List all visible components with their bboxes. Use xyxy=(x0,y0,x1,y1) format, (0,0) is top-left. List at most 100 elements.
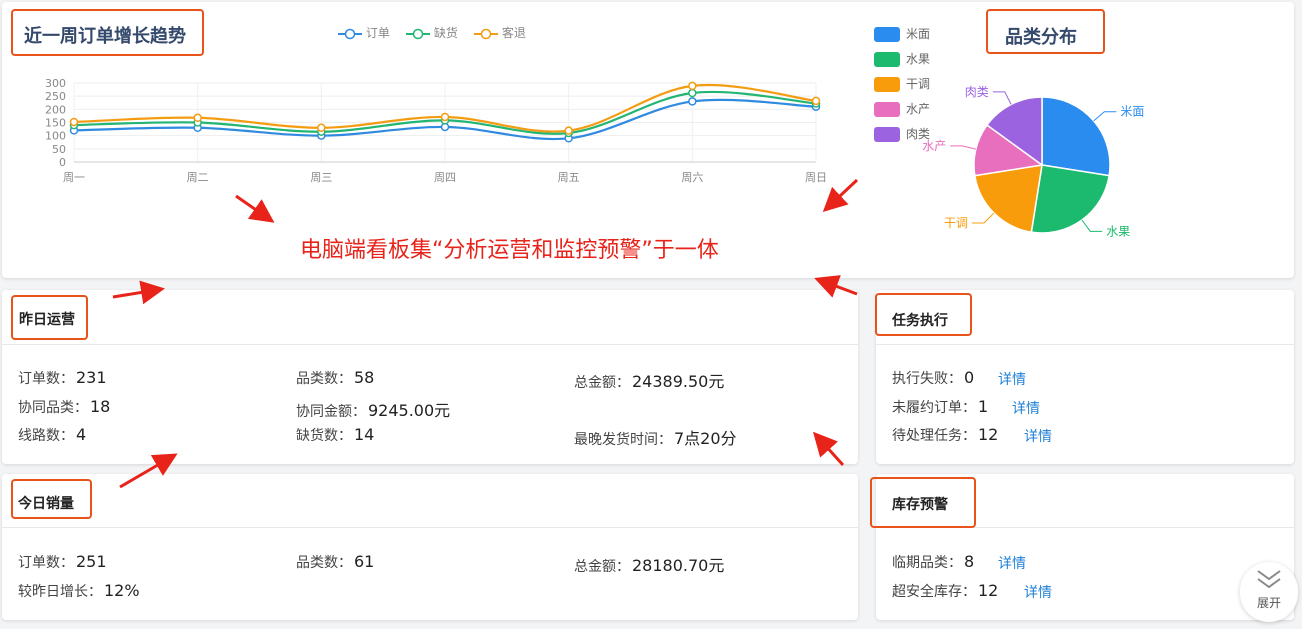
pie-legend-fruit[interactable]: 水果 xyxy=(874,50,930,67)
weekly-line-chart: 300250200150100500 周一 周二 周三 周四 周五 周六 周日 xyxy=(45,77,827,184)
pie-label-line xyxy=(992,91,1012,105)
stat-value: 12 xyxy=(978,581,999,600)
stat-yesterday-categories: 品类数： 58 xyxy=(296,368,374,388)
legend-item-orders[interactable]: 订单 xyxy=(338,24,390,41)
y-tick-label: 0 xyxy=(59,156,66,169)
task-pending: 待处理任务： 12 xyxy=(892,425,998,445)
today-title: 今日销量 xyxy=(18,496,74,512)
divider xyxy=(2,527,858,528)
stat-yesterday-orders: 订单数： 231 xyxy=(18,368,107,388)
stat-label: 订单数： xyxy=(18,371,74,387)
data-point[interactable] xyxy=(688,97,697,106)
task-failed-detail-link[interactable]: 详情 xyxy=(998,369,1026,389)
stat-yesterday-stockouts: 缺货数： 14 xyxy=(296,425,374,445)
inventory-title: 库存预警 xyxy=(892,497,948,513)
task-unfulfilled: 未履约订单： 1 xyxy=(892,397,988,417)
task-failed: 执行失败： 0 xyxy=(892,368,974,388)
color-swatch xyxy=(874,102,900,117)
data-point[interactable] xyxy=(688,81,697,91)
y-tick-label: 150 xyxy=(45,117,66,130)
pie-legend-rice[interactable]: 米面 xyxy=(874,25,930,42)
yesterday-title: 昨日运营 xyxy=(19,312,75,328)
data-point[interactable] xyxy=(688,88,697,98)
stat-value: 7点20分 xyxy=(674,429,737,448)
x-tick-label: 周五 xyxy=(558,171,580,184)
pie-label: 水产 xyxy=(922,139,946,153)
stat-value: 8 xyxy=(964,552,975,571)
stat-label: 临期品类： xyxy=(892,555,962,571)
legend-label: 缺货 xyxy=(433,26,458,40)
stat-value: 14 xyxy=(354,425,375,444)
stat-label: 总金额： xyxy=(574,559,630,575)
annotation-text: 电脑端看板集“分析运营和监控预警”于一体 xyxy=(300,238,719,263)
color-swatch xyxy=(874,127,900,142)
pie-slice[interactable] xyxy=(1030,164,1111,234)
y-tick-label: 300 xyxy=(45,77,66,90)
data-point[interactable] xyxy=(811,96,821,106)
stat-today-amount: 总金额： 28180.70元 xyxy=(574,552,724,576)
line-marker-icon xyxy=(338,28,362,39)
divider xyxy=(876,344,1294,345)
pie-label-line xyxy=(1093,111,1117,122)
color-swatch xyxy=(874,52,900,67)
x-tick-label: 周一 xyxy=(63,171,85,184)
data-point[interactable] xyxy=(193,113,202,123)
x-tick-label: 周日 xyxy=(805,171,827,184)
x-tick-label: 周二 xyxy=(187,171,209,184)
stat-value: 251 xyxy=(76,552,107,571)
stat-today-growth: 较昨日增长： 12% xyxy=(18,581,140,601)
double-chevron-down-icon xyxy=(1257,570,1281,589)
x-tick-label: 周四 xyxy=(434,171,456,184)
data-point[interactable] xyxy=(440,112,450,122)
task-unfulfilled-detail-link[interactable]: 详情 xyxy=(1012,398,1040,418)
color-swatch xyxy=(874,27,900,42)
data-point[interactable] xyxy=(564,126,573,135)
task-pending-detail-link[interactable]: 详情 xyxy=(1024,426,1052,446)
stat-label: 总金额： xyxy=(574,375,630,391)
inventory-expiring-detail-link[interactable]: 详情 xyxy=(998,553,1026,573)
stat-label: 较昨日增长： xyxy=(18,584,102,600)
y-tick-label: 200 xyxy=(45,103,66,116)
stat-label: 线路数： xyxy=(18,428,74,444)
stat-value: 12 xyxy=(978,425,999,444)
pie-chart-title: 品类分布 xyxy=(1005,27,1077,48)
stat-label: 执行失败： xyxy=(892,371,962,387)
stat-label: 订单数： xyxy=(18,555,74,571)
task-title: 任务执行 xyxy=(892,313,948,329)
pie-legend-label: 水果 xyxy=(906,52,931,66)
stat-yesterday-coop-amount: 协同金额： 9245.00元 xyxy=(296,397,450,421)
line-marker-icon xyxy=(474,28,498,39)
inventory-over-safety: 超安全库存： 12 xyxy=(892,581,998,601)
stat-today-orders: 订单数： 251 xyxy=(18,552,107,572)
stat-value: 231 xyxy=(76,368,107,387)
legend-item-stockout[interactable]: 缺货 xyxy=(406,24,458,41)
stat-value: 4 xyxy=(76,425,87,444)
stat-value: 12% xyxy=(104,581,140,600)
category-pie-chart: 米面水果 干调 水产 肉类 xyxy=(922,85,1144,238)
stat-yesterday-latest-ship: 最晚发货时间： 7点20分 xyxy=(574,425,737,449)
stat-value: 0 xyxy=(964,368,975,387)
data-point[interactable] xyxy=(317,123,326,133)
pie-label: 米面 xyxy=(1120,105,1144,119)
color-swatch xyxy=(874,77,900,92)
inventory-expiring: 临期品类： 8 xyxy=(892,552,974,572)
pie-label-line xyxy=(950,145,976,150)
stat-value: 28180.70元 xyxy=(632,556,725,575)
pie-label-line xyxy=(972,212,995,224)
stat-value: 1 xyxy=(978,397,989,416)
stat-label: 未履约订单： xyxy=(892,400,976,416)
stat-label: 待处理任务： xyxy=(892,428,976,444)
stat-label: 协同品类： xyxy=(18,400,88,416)
stat-label: 最晚发货时间： xyxy=(574,432,672,448)
legend-item-returns[interactable]: 客退 xyxy=(474,24,526,41)
data-point[interactable] xyxy=(69,117,79,127)
inventory-over-safety-detail-link[interactable]: 详情 xyxy=(1024,582,1052,602)
line-marker-icon xyxy=(406,28,430,39)
pie-slice[interactable] xyxy=(1041,96,1111,177)
stat-value: 24389.50元 xyxy=(632,372,725,391)
pie-label-line xyxy=(1081,219,1103,232)
expand-button[interactable]: 展开 xyxy=(1240,562,1298,622)
weekly-chart-title: 近一周订单增长趋势 xyxy=(24,26,186,47)
y-tick-label: 250 xyxy=(45,90,66,103)
stat-yesterday-routes: 线路数： 4 xyxy=(18,425,86,445)
